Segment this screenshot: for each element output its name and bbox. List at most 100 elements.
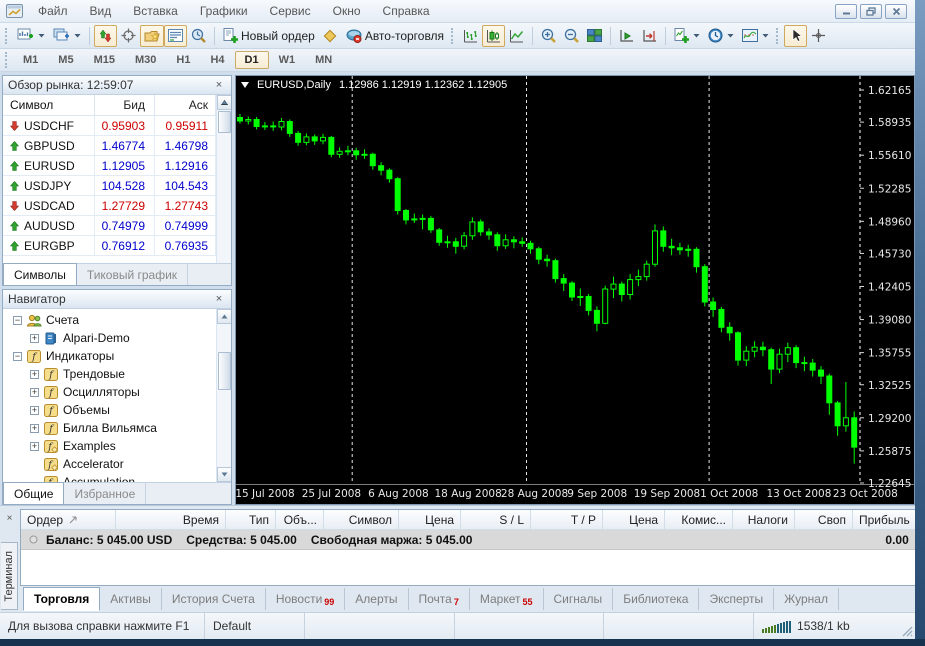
market-watch-titlebar[interactable]: Обзор рынка: 12:59:07 × <box>3 76 231 95</box>
terminal-column-5[interactable]: Цена <box>399 510 461 529</box>
indicators-button[interactable] <box>670 25 704 47</box>
scroll-up-icon[interactable] <box>216 95 231 110</box>
tab-Символы[interactable]: Символы <box>3 263 77 285</box>
tree-item[interactable]: + f Трендовые <box>3 365 216 383</box>
terminal-column-7[interactable]: T / P <box>531 510 603 529</box>
timeframe-M5[interactable]: M5 <box>48 51 83 69</box>
terminal-column-4[interactable]: Символ <box>324 510 399 529</box>
tab-Общие[interactable]: Общие <box>3 482 65 504</box>
tree-item[interactable]: − f Индикаторы <box>3 347 216 365</box>
tree-item[interactable]: + f Осцилляторы <box>3 383 216 401</box>
terminal-column-10[interactable]: Налоги <box>733 510 795 529</box>
expander-minus-icon[interactable]: − <box>13 315 22 325</box>
tree-item[interactable]: − Счета <box>3 311 216 329</box>
tree-item[interactable]: f Accelerator <box>3 455 216 473</box>
timeframe-M1[interactable]: M1 <box>13 51 48 69</box>
expander-plus-icon[interactable]: + <box>30 423 39 433</box>
dropdown-caret-icon[interactable] <box>727 33 734 38</box>
chart-collapse-icon[interactable] <box>241 82 249 88</box>
expander-plus-icon[interactable]: + <box>30 441 39 451</box>
column-bid[interactable]: Бид <box>95 95 155 115</box>
chart-candles-button[interactable] <box>482 24 506 47</box>
tree-item[interactable]: fAccumulation <box>3 473 216 482</box>
expander-plus-icon[interactable]: + <box>30 333 39 343</box>
scroll-up-icon[interactable] <box>216 309 231 324</box>
terminal-tab-Активы[interactable]: Активы <box>100 588 162 610</box>
dropdown-caret-icon[interactable] <box>38 33 45 38</box>
terminal-column-0[interactable]: Ордер <box>21 510 116 529</box>
profiles-button[interactable] <box>49 25 85 47</box>
expander-plus-icon[interactable]: + <box>30 369 39 379</box>
chart-shift-button[interactable] <box>638 25 661 47</box>
scroll-thumb[interactable] <box>217 111 231 133</box>
status-profile[interactable]: Default <box>205 613 305 639</box>
tree-item[interactable]: + f Объемы <box>3 401 216 419</box>
quote-row-EURUSD[interactable]: EURUSD 1.12905 1.12916 <box>3 156 216 176</box>
column-symbol[interactable]: Символ <box>3 95 95 115</box>
chart-bars-button[interactable] <box>459 25 482 47</box>
terminal-column-3[interactable]: Объ... <box>276 510 324 529</box>
menu-Окно[interactable]: Окно <box>322 3 372 19</box>
zoom-out-button[interactable] <box>560 25 583 47</box>
tree-item[interactable]: + f Examples <box>3 437 216 455</box>
menu-Сервис[interactable]: Сервис <box>259 3 322 19</box>
periods-button[interactable] <box>704 25 738 47</box>
terminal-tab-Торговля[interactable]: Торговля <box>23 587 101 611</box>
menu-Вставка[interactable]: Вставка <box>122 3 189 19</box>
terminal-column-11[interactable]: Своп <box>795 510 853 529</box>
candlestick-chart[interactable]: 1.62165 1.58935 1.55610 1.52285 1.48960 1.457… <box>235 76 914 505</box>
zoom-in-button[interactable] <box>537 25 560 47</box>
scroll-down-icon[interactable] <box>216 467 231 482</box>
tree-item[interactable]: + Alpari-Demo <box>3 329 216 347</box>
dropdown-caret-icon[interactable] <box>693 33 700 38</box>
scroll-thumb[interactable] <box>217 352 231 390</box>
tree-item[interactable]: + f Билла Вильямса <box>3 419 216 437</box>
strategy-tester-button[interactable] <box>187 25 210 47</box>
expander-minus-icon[interactable]: − <box>13 351 22 361</box>
close-button[interactable] <box>885 3 907 19</box>
metaeditor-button[interactable] <box>319 25 342 47</box>
terminal-column-6[interactable]: S / L <box>461 510 531 529</box>
cursor-button[interactable] <box>784 24 808 47</box>
resize-grip[interactable] <box>899 613 915 639</box>
timeframe-H4[interactable]: H4 <box>200 51 234 69</box>
expander-plus-icon[interactable]: + <box>30 387 39 397</box>
dropdown-caret-icon[interactable] <box>762 33 769 38</box>
column-ask[interactable]: Аск <box>155 95 216 115</box>
terminal-column-2[interactable]: Тип <box>226 510 276 529</box>
terminal-tab-Почта[interactable]: Почта 7 <box>409 588 470 610</box>
close-icon[interactable]: × <box>212 79 226 91</box>
minimize-button[interactable] <box>835 3 857 19</box>
data-window-button[interactable] <box>117 25 140 47</box>
navigator-scrollbar[interactable] <box>216 309 231 482</box>
close-icon[interactable]: × <box>212 293 226 305</box>
menu-Графики[interactable]: Графики <box>189 3 259 19</box>
terminal-tab-История Счета[interactable]: История Счета <box>162 588 266 610</box>
terminal-tab-Эксперты[interactable]: Эксперты <box>699 588 775 610</box>
terminal-tab-Новости[interactable]: Новости 99 <box>266 588 346 610</box>
timeframe-D1[interactable]: D1 <box>234 51 269 69</box>
terminal-column-8[interactable]: Цена <box>603 510 665 529</box>
quote-row-USDCHF[interactable]: USDCHF 0.95903 0.95911 <box>3 116 216 136</box>
market-watch-scrollbar[interactable] <box>216 95 231 263</box>
timeframe-MN[interactable]: MN <box>305 51 342 69</box>
terminal-tab-Журнал[interactable]: Журнал <box>774 588 839 610</box>
navigator-button[interactable] <box>140 24 164 47</box>
menu-Справка[interactable]: Справка <box>372 3 441 19</box>
tab-Тиковый график[interactable]: Тиковый график <box>77 264 189 285</box>
quote-row-EURGBP[interactable]: EURGBP 0.76912 0.76935 <box>3 236 216 256</box>
autotrading-button[interactable]: Авто-торговля <box>342 25 448 47</box>
restore-button[interactable] <box>860 3 882 19</box>
terminal-tab-Алерты[interactable]: Алерты <box>345 588 409 610</box>
quote-row-AUDUSD[interactable]: AUDUSD 0.74979 0.74999 <box>3 216 216 236</box>
close-icon[interactable]: × <box>3 512 16 525</box>
terminal-column-12[interactable]: Прибыль <box>853 510 917 529</box>
terminal-tab-Сигналы[interactable]: Сигналы <box>544 588 614 610</box>
timeframe-M30[interactable]: M30 <box>125 51 166 69</box>
crosshair-button[interactable] <box>807 25 830 47</box>
timeframe-M15[interactable]: M15 <box>84 51 125 69</box>
menu-Файл[interactable]: Файл <box>27 3 79 19</box>
timeframe-H1[interactable]: H1 <box>166 51 200 69</box>
quote-row-USDCAD[interactable]: USDCAD 1.27729 1.27743 <box>3 196 216 216</box>
terminal-vertical-tab[interactable]: Терминал <box>1 542 18 610</box>
